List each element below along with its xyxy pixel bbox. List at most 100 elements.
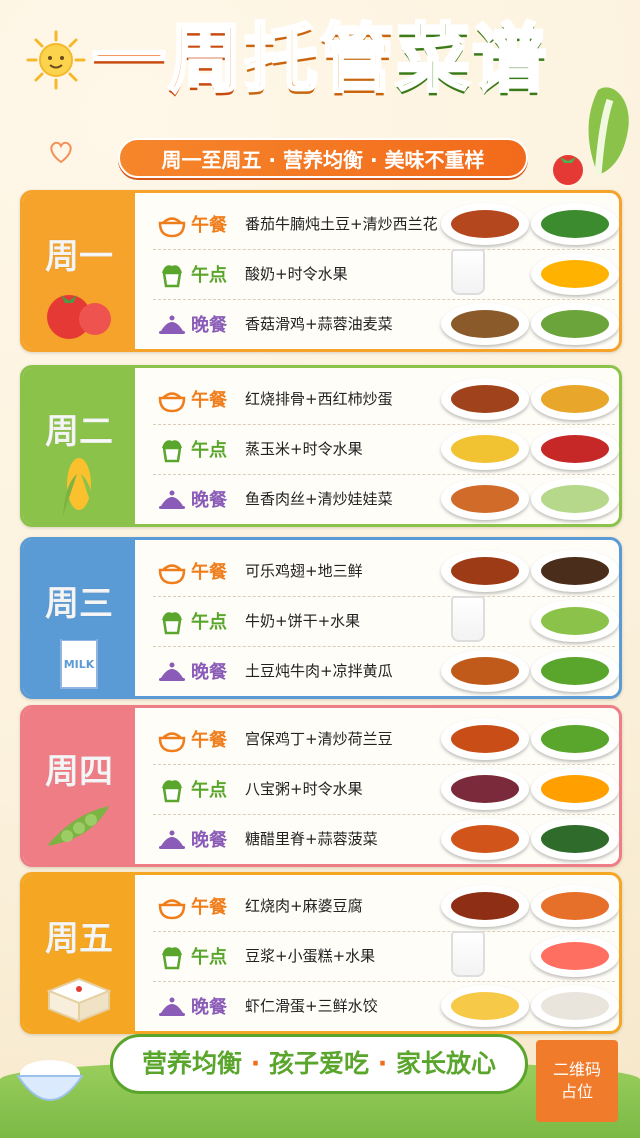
day-card-5: 周五 午餐 红烧肉+麻婆豆腐 午点 豆浆+小蛋糕+水果 晚餐 虾仁滑蛋+三鲜水饺 (20, 872, 622, 1034)
meal-type-label: 午点 (191, 265, 227, 286)
meal-row-dinner: 晚餐 鱼香肉丝+清炒娃娃菜 (149, 474, 619, 524)
dish-plate-icon (531, 478, 619, 520)
meal-type-label: 午点 (191, 612, 227, 633)
dish-name: 宫保鸡丁+清炒荷兰豆 (245, 730, 393, 748)
dish-name: 红烧肉+麻婆豆腐 (245, 897, 363, 915)
dish-plate-icon (441, 985, 529, 1027)
snack-icon (157, 774, 187, 804)
dish-plate-icon (441, 885, 529, 927)
slogan-part-1: 营养均衡 (142, 1049, 243, 1078)
meal-row-snack: 午点 牛奶+饼干+水果 (149, 596, 619, 646)
meal-type-label: 晚餐 (191, 315, 227, 336)
dish-name: 番茄牛腩炖土豆+清炒西兰花 (245, 215, 438, 233)
title-part-1: 一周 (91, 16, 244, 102)
milk-carton-icon: MILK (43, 626, 115, 690)
dish-name: 八宝粥+时令水果 (245, 780, 363, 798)
qr-label-line2: 占位 (560, 1082, 593, 1101)
meal-row-dinner: 晚餐 虾仁滑蛋+三鲜水饺 (149, 981, 619, 1031)
day-card-3: 周三 MILK 午餐 可乐鸡翅+地三鲜 午点 牛奶+饼干+水果 晚餐 土豆炖牛肉… (20, 537, 622, 699)
meal-type-label: 晚餐 (191, 490, 227, 511)
snack-icon (157, 259, 187, 289)
slogan-part-3: 家长放心 (395, 1049, 496, 1078)
meal-row-dinner: 晚餐 香菇滑鸡+蒜蓉油麦菜 (149, 299, 619, 349)
dish-name: 豆浆+小蛋糕+水果 (245, 947, 376, 965)
tofu-icon (43, 961, 115, 1025)
dish-plate-icon (531, 985, 619, 1027)
dish-plate-icon (441, 768, 529, 810)
lunch-icon (157, 209, 187, 239)
dish-plate-icon (531, 378, 619, 420)
dish-plate-icon (531, 428, 619, 470)
dish-plate-icon (531, 718, 619, 760)
peas-icon (43, 794, 115, 858)
lunch-icon (157, 556, 187, 586)
drink-cup-icon (451, 596, 485, 642)
slogan-separator-2: · (377, 1049, 388, 1078)
slogan-part-2: 孩子爱吃 (268, 1049, 369, 1078)
drink-cup-icon (451, 931, 485, 977)
meal-row-dinner: 晚餐 土豆炖牛肉+凉拌黄瓜 (149, 646, 619, 696)
qr-code-placeholder[interactable]: 二维码 占位 (536, 1040, 618, 1122)
dish-name: 糖醋里脊+蒜蓉菠菜 (245, 830, 378, 848)
qr-label-line1: 二维码 (552, 1060, 601, 1079)
dish-plate-icon (531, 600, 619, 642)
dish-plate-icon (531, 768, 619, 810)
dish-name: 酸奶+时令水果 (245, 265, 348, 283)
dish-plate-icon (441, 428, 529, 470)
dish-plate-icon (441, 478, 529, 520)
tomato-icon (43, 279, 115, 343)
meal-type-label: 午餐 (191, 897, 227, 918)
lunch-icon (157, 891, 187, 921)
dish-name: 香菇滑鸡+蒜蓉油麦菜 (245, 315, 393, 333)
dish-name: 牛奶+饼干+水果 (245, 612, 361, 630)
tomato-icon (553, 155, 583, 185)
dish-plate-icon (441, 818, 529, 860)
day-label: 周五 (45, 919, 114, 960)
meal-type-label: 晚餐 (191, 662, 227, 683)
meal-row-lunch: 午餐 红烧排骨+西红柿炒蛋 (149, 374, 619, 424)
meal-row-dinner: 晚餐 糖醋里脊+蒜蓉菠菜 (149, 814, 619, 864)
dish-plate-icon (441, 718, 529, 760)
title-part-3: 菜谱 (395, 16, 548, 102)
day-card-2: 周二 午餐 红烧排骨+西红柿炒蛋 午点 蒸玉米+时令水果 晚餐 鱼香肉丝+清炒娃… (20, 365, 622, 527)
dish-plate-icon (441, 650, 529, 692)
meal-type-label: 午点 (191, 440, 227, 461)
svg-text:MILK: MILK (64, 658, 95, 671)
dish-plate-icon (531, 650, 619, 692)
dish-plate-icon (441, 378, 529, 420)
snack-icon (157, 434, 187, 464)
meal-row-snack: 午点 酸奶+时令水果 (149, 249, 619, 299)
meal-row-snack: 午点 豆浆+小蛋糕+水果 (149, 931, 619, 981)
dinner-icon (157, 991, 187, 1021)
slogan-separator-1: · (250, 1049, 261, 1078)
dish-plate-icon (531, 818, 619, 860)
drink-cup-icon (451, 249, 485, 295)
dish-plate-icon (441, 550, 529, 592)
snack-icon (157, 606, 187, 636)
meal-type-label: 午点 (191, 780, 227, 801)
day-card-1: 周一 午餐 番茄牛腩炖土豆+清炒西兰花 午点 酸奶+时令水果 晚餐 香菇滑鸡+蒜… (20, 190, 622, 352)
dish-plate-icon (531, 935, 619, 977)
footer-slogan: 营养均衡 · 孩子爱吃 · 家长放心 (110, 1034, 528, 1094)
rice-bowl-icon (16, 1060, 84, 1101)
dish-name: 土豆炖牛肉+凉拌黄瓜 (245, 662, 393, 680)
dish-name: 红烧排骨+西红柿炒蛋 (245, 390, 393, 408)
dish-plate-icon (531, 303, 619, 345)
day-label: 周四 (45, 752, 114, 793)
dish-plate-icon (441, 303, 529, 345)
dinner-icon (157, 484, 187, 514)
meal-type-label: 午餐 (191, 730, 227, 751)
dish-plate-icon (531, 885, 619, 927)
page-title: 一周托管菜谱 (0, 21, 640, 98)
dish-name: 虾仁滑蛋+三鲜水饺 (245, 997, 378, 1015)
meal-type-label: 晚餐 (191, 830, 227, 851)
meal-type-label: 午餐 (191, 390, 227, 411)
meal-row-snack: 午点 八宝粥+时令水果 (149, 764, 619, 814)
dish-plate-icon (441, 203, 529, 245)
meal-row-lunch: 午餐 可乐鸡翅+地三鲜 (149, 546, 619, 596)
day-label: 周一 (45, 237, 114, 278)
subtitle-banner: 周一至周五 · 营养均衡 · 美味不重样 (118, 138, 528, 178)
title-part-2: 托管 (243, 16, 396, 102)
meal-row-lunch: 午餐 宫保鸡丁+清炒荷兰豆 (149, 714, 619, 764)
dish-plate-icon (531, 550, 619, 592)
